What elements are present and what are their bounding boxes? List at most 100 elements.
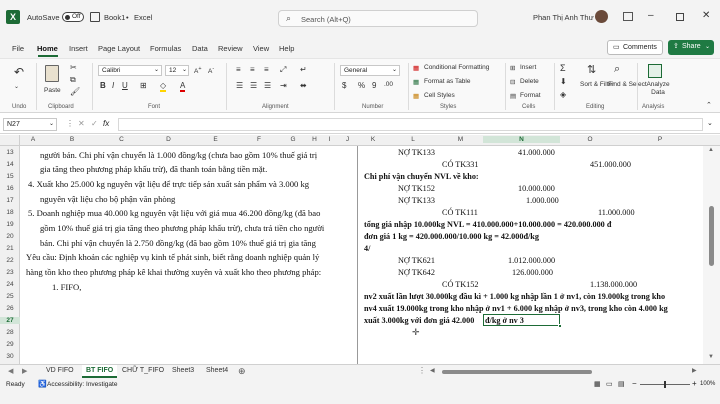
cell-text[interactable]: 451.000.000 (590, 160, 631, 169)
delete-cells-icon[interactable]: ⊟ (510, 78, 515, 86)
fill-handle[interactable] (558, 324, 562, 328)
column-header[interactable]: J (337, 136, 358, 143)
fill-color-icon[interactable]: ◇ (160, 81, 167, 92)
tabs-more-icon[interactable]: ⋮ (418, 366, 426, 375)
search-input[interactable]: ⌕ Search (Alt+Q) (278, 10, 478, 27)
autosave-toggle[interactable]: Off (62, 12, 84, 22)
row-header[interactable]: 29 (0, 341, 20, 348)
paste-label[interactable]: Paste (44, 87, 61, 94)
copy-icon[interactable]: ⧉ (70, 75, 76, 85)
format-as-table-icon[interactable]: ▦ (413, 78, 419, 86)
paste-icon[interactable] (45, 65, 59, 82)
row-header[interactable]: 21 (0, 245, 20, 252)
autosum-icon[interactable]: Σ (560, 63, 566, 73)
avatar[interactable] (595, 10, 608, 23)
fill-icon[interactable]: ⬇ (560, 77, 567, 86)
font-color-icon[interactable]: A (180, 81, 186, 92)
scroll-up-icon[interactable]: ▲ (708, 147, 714, 153)
menu-review[interactable]: Review (218, 44, 243, 53)
insert-cells-icon[interactable]: ⊞ (510, 64, 515, 72)
embedded-document-image[interactable]: người bán. Chi phí vận chuyển là 1.000 đ… (20, 146, 358, 364)
row-header[interactable]: 15 (0, 173, 20, 180)
sheet-tab-vd-fifo[interactable]: VD FIFO (42, 365, 78, 378)
number-format-select[interactable]: General ⌄ (340, 65, 400, 76)
comments-button[interactable]: ▭ Comments (607, 40, 663, 55)
cell-text[interactable]: Chi phí vận chuyển NVL về kho: (364, 172, 479, 181)
column-header[interactable]: C (98, 136, 145, 143)
cell-text[interactable]: NỢ TK621 (398, 256, 435, 265)
delete-cells-button[interactable]: Delete (520, 78, 539, 85)
row-header[interactable]: 24 (0, 281, 20, 288)
cell-text[interactable]: CÓ TK331 (442, 160, 478, 169)
scroll-right-icon[interactable]: ▶ (692, 367, 697, 374)
undo-icon[interactable]: ↶ (14, 65, 24, 79)
cell-text[interactable]: 1.000.000 (526, 196, 559, 205)
cell-text[interactable]: tổng giá nhập 10.000kg NVL = 410.000.000… (364, 220, 611, 229)
minimize-icon[interactable]: – (648, 10, 654, 21)
column-header[interactable]: F (239, 136, 279, 143)
merge-center-icon[interactable]: ⬌ (300, 81, 307, 90)
row-header[interactable]: 13 (0, 149, 20, 156)
insert-cells-button[interactable]: Insert (520, 64, 536, 71)
horizontal-scrollbar[interactable]: ◀ ▶ (430, 368, 700, 376)
format-cells-icon[interactable]: ▤ (510, 92, 516, 100)
cut-icon[interactable]: ✂ (70, 63, 77, 72)
menu-help[interactable]: Help (279, 44, 294, 53)
row-header[interactable]: 26 (0, 305, 20, 312)
insert-function-icon[interactable]: fx (103, 119, 109, 128)
menu-home[interactable]: Home (37, 44, 58, 53)
hscroll-thumb[interactable] (442, 370, 592, 374)
analyze-data-icon[interactable] (648, 64, 662, 78)
percent-icon[interactable]: % (358, 81, 365, 90)
close-icon[interactable]: ✕ (702, 10, 710, 21)
cell-text[interactable]: CÓ TK111 (442, 208, 478, 217)
comma-icon[interactable]: 9 (372, 81, 376, 90)
row-header[interactable]: 28 (0, 329, 20, 336)
cancel-icon[interactable]: ✕ (78, 119, 85, 128)
cell-area[interactable]: NỢ TK133 41.000.000 CÓ TK331 451.000.000… (358, 146, 700, 364)
column-header[interactable]: E (192, 136, 239, 143)
scroll-down-icon[interactable]: ▼ (708, 354, 714, 360)
enter-icon[interactable]: ✓ (91, 119, 98, 128)
column-header[interactable]: I (322, 136, 337, 143)
menu-file[interactable]: File (12, 44, 24, 53)
borders-icon[interactable]: ⊞ (140, 81, 147, 90)
zoom-in-icon[interactable]: + (692, 379, 697, 388)
cell-text[interactable]: CÓ TK152 (442, 280, 478, 289)
row-header[interactable]: 14 (0, 161, 20, 168)
sheet-tab-bt-fifo[interactable]: BT FIFO (82, 365, 118, 378)
decimal-icon[interactable]: .00 (384, 81, 393, 88)
decrease-font-icon[interactable]: A- (208, 66, 214, 75)
next-sheet-icon[interactable]: ▶ (22, 367, 27, 375)
vertical-scrollbar[interactable]: ▲ ▼ (703, 146, 720, 364)
cell-text[interactable]: nv2 xuất lần lượt 30.000kg đầu kì + 1.00… (364, 292, 665, 301)
prev-sheet-icon[interactable]: ◀ (8, 367, 13, 375)
scroll-left-icon[interactable]: ◀ (430, 367, 435, 374)
clear-icon[interactable]: ◈ (560, 90, 566, 99)
column-header[interactable]: P (620, 136, 700, 143)
orientation-icon[interactable]: ⤢ (280, 65, 286, 75)
row-header[interactable]: 23 (0, 269, 20, 276)
find-select-icon[interactable]: ⌕ (614, 63, 620, 76)
menu-data[interactable]: Data (192, 44, 208, 53)
column-header[interactable]: M (438, 136, 483, 143)
sort-filter-icon[interactable]: ⇅ (587, 63, 596, 76)
row-header[interactable]: 18 (0, 209, 20, 216)
cell-text[interactable]: 1.138.000.000 (590, 280, 637, 289)
zoom-slider-thumb[interactable] (664, 381, 666, 388)
add-sheet-icon[interactable]: ⊕ (238, 366, 246, 377)
name-box[interactable]: N27 ⌄ (3, 118, 57, 131)
column-header[interactable]: B (46, 136, 98, 143)
cell-text[interactable]: đơn giá 1 kg = 420.000.000/10.000 kg = 4… (364, 232, 539, 241)
align-center-icon[interactable]: ☰ (250, 81, 257, 90)
row-header[interactable]: 20 (0, 233, 20, 240)
more-options-icon[interactable]: ⋮ (66, 119, 74, 128)
row-header[interactable]: 19 (0, 221, 20, 228)
row-header[interactable]: 30 (0, 353, 20, 360)
analyze-data-button[interactable]: Analyze Data (643, 81, 673, 97)
conditional-formatting-icon[interactable]: ▦ (413, 64, 419, 72)
row-header[interactable]: 22 (0, 257, 20, 264)
page-break-view-icon[interactable]: ▤ (618, 380, 625, 388)
align-left-icon[interactable]: ☰ (236, 81, 243, 90)
menu-view[interactable]: View (253, 44, 269, 53)
